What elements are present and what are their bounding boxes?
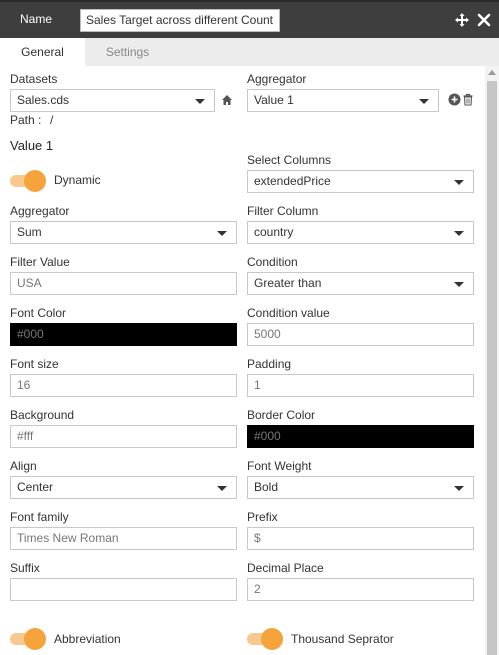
condition-value-label: Condition value: [247, 306, 330, 320]
align-select[interactable]: Center: [10, 476, 237, 499]
trash-icon[interactable]: [462, 93, 474, 106]
tab-general[interactable]: General: [0, 38, 85, 66]
close-x-icon[interactable]: [476, 12, 492, 28]
condition-value-input[interactable]: 5000: [247, 323, 474, 346]
aggregator-select[interactable]: Sum: [10, 221, 237, 244]
select-columns-select[interactable]: extendedPrice: [247, 170, 474, 193]
font-color-input[interactable]: #000: [10, 323, 237, 346]
plus-circle-icon[interactable]: [448, 93, 461, 106]
suffix-label: Suffix: [10, 561, 40, 575]
border-color-label: Border Color: [247, 408, 316, 422]
dynamic-toggle[interactable]: [10, 169, 46, 192]
name-label: Name: [20, 12, 53, 26]
toggle-knob: [24, 170, 46, 192]
title-bar: Name Sales Target across different Count: [0, 0, 499, 38]
select-columns-label: Select Columns: [247, 153, 332, 167]
background-input[interactable]: #fff: [10, 425, 237, 448]
datasets-select[interactable]: Sales.cds: [10, 89, 215, 112]
decimal-place-input[interactable]: 2: [247, 578, 474, 601]
scroll-thumb[interactable]: [487, 81, 497, 655]
prefix-label: Prefix: [247, 510, 278, 524]
tab-settings[interactable]: Settings: [85, 38, 170, 66]
datasets-label: Datasets: [10, 72, 58, 86]
font-weight-label: Font Weight: [247, 459, 312, 473]
filter-value-input[interactable]: USA: [10, 272, 237, 295]
vertical-scrollbar[interactable]: [485, 66, 499, 655]
font-weight-select[interactable]: Bold: [247, 476, 474, 499]
font-family-input[interactable]: Times New Roman: [10, 527, 237, 550]
background-label: Background: [10, 408, 75, 422]
value-section-title: Value 1: [10, 138, 54, 153]
filter-column-label: Filter Column: [247, 204, 319, 218]
toggle-knob: [261, 628, 283, 650]
border-color-input[interactable]: #000: [247, 425, 474, 448]
abbreviation-toggle[interactable]: [10, 627, 46, 650]
condition-select[interactable]: Greater than: [247, 272, 474, 295]
font-size-label: Font size: [10, 357, 59, 371]
prefix-input[interactable]: $: [247, 527, 474, 550]
move-arrows-icon[interactable]: [454, 12, 470, 28]
thousand-separator-toggle[interactable]: [247, 627, 283, 650]
path-label: Path :: [10, 113, 42, 127]
padding-input[interactable]: 1: [247, 374, 474, 397]
aggregator-top-select[interactable]: Value 1: [247, 89, 439, 112]
font-color-label: Font Color: [10, 306, 67, 320]
toggle-knob: [24, 628, 46, 650]
thousand-separator-label: Thousand Seprator: [291, 632, 394, 646]
abbreviation-label: Abbreviation: [54, 632, 121, 646]
padding-label: Padding: [247, 357, 292, 371]
name-input[interactable]: Sales Target across different Count: [80, 9, 280, 32]
path-value: /: [50, 113, 54, 127]
filter-column-select[interactable]: country: [247, 221, 474, 244]
decimal-place-label: Decimal Place: [247, 561, 324, 575]
aggregator-label: Aggregator: [10, 204, 70, 218]
condition-label: Condition: [247, 255, 298, 269]
font-family-label: Font family: [10, 510, 69, 524]
suffix-input[interactable]: [10, 578, 237, 601]
home-icon[interactable]: [221, 94, 233, 106]
align-label: Align: [10, 459, 37, 473]
scroll-up-icon[interactable]: [488, 70, 496, 75]
dynamic-label: Dynamic: [54, 173, 101, 187]
font-size-input[interactable]: 16: [10, 374, 237, 397]
filter-value-label: Filter Value: [10, 255, 70, 269]
tab-bar: General Settings: [0, 38, 499, 66]
aggregator-top-label: Aggregator: [247, 72, 307, 86]
